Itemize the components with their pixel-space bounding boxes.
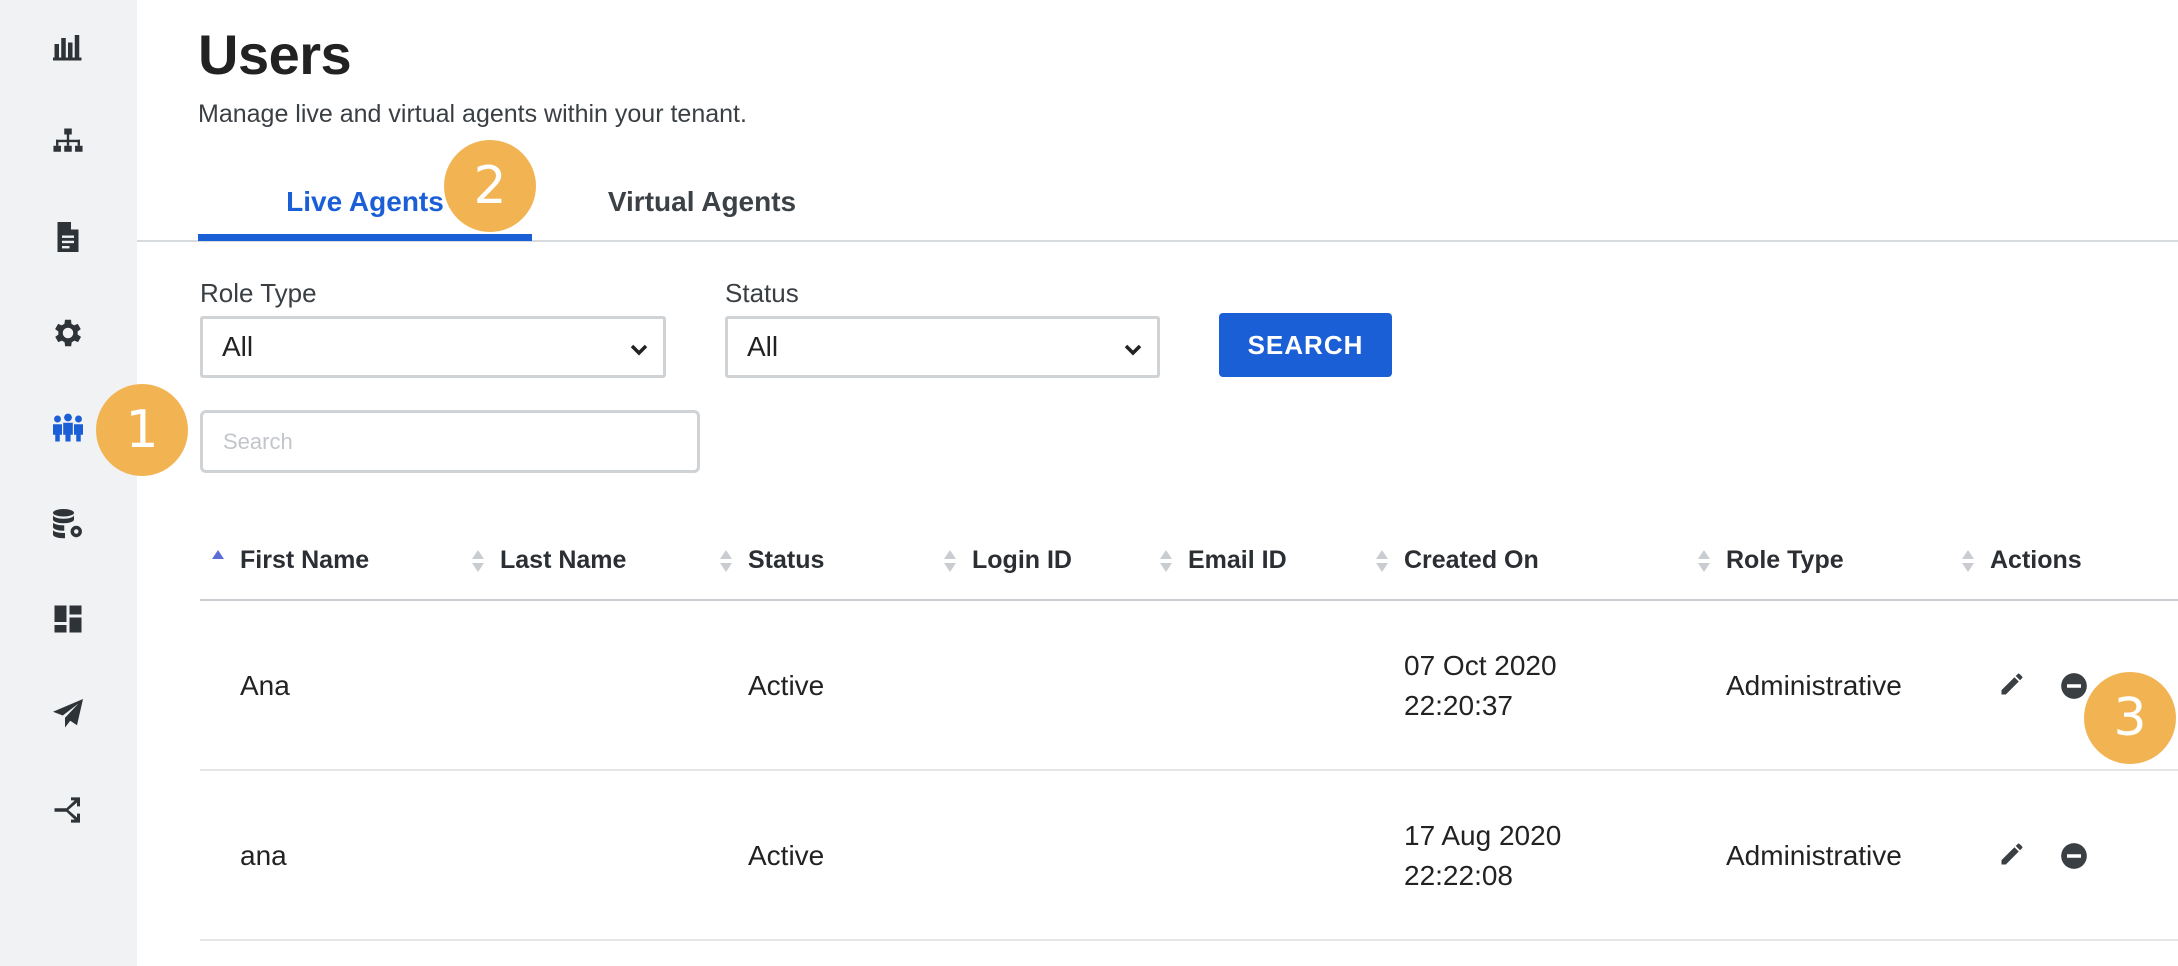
status-select[interactable]: All	[725, 316, 1160, 378]
column-login-id[interactable]: Login ID	[972, 546, 1072, 575]
row-divider	[200, 769, 2178, 771]
dashboard-icon	[54, 605, 82, 633]
sort-ascending-icon[interactable]	[210, 546, 226, 576]
remove-button[interactable]	[2058, 670, 2090, 702]
column-first-name[interactable]: First Name	[240, 546, 369, 575]
sidebar-item-documents[interactable]	[46, 215, 90, 259]
chevron-down-icon	[627, 336, 651, 360]
page-title: Users	[198, 23, 352, 86]
status-label: Status	[725, 278, 799, 308]
minus-circle-icon	[2061, 673, 2087, 699]
cell-status: Active	[748, 840, 825, 871]
column-last-name[interactable]: Last Name	[500, 546, 626, 575]
bar-chart-icon	[53, 35, 82, 61]
sidebar-item-flows[interactable]	[46, 788, 90, 832]
search-input[interactable]	[200, 410, 700, 473]
status-value: All	[747, 331, 779, 362]
sort-icon[interactable]	[718, 546, 734, 576]
column-actions: Actions	[1990, 546, 2082, 574]
sidebar-item-data[interactable]	[46, 502, 90, 546]
sort-icon[interactable]	[1158, 546, 1174, 576]
cell-first-name: ana	[240, 840, 287, 871]
sort-icon[interactable]	[1696, 546, 1712, 576]
edit-button[interactable]	[1996, 668, 2028, 700]
users-icon	[53, 413, 83, 442]
cell-created-time: 22:22:08	[1404, 860, 1513, 891]
sidebar-item-settings[interactable]	[46, 311, 90, 355]
cell-first-name: Ana	[240, 670, 290, 701]
gear-icon	[55, 319, 82, 347]
sort-icon[interactable]	[1960, 546, 1976, 576]
sidebar-item-dashboard[interactable]	[46, 597, 90, 641]
cell-status: Active	[748, 670, 825, 701]
edit-button[interactable]	[1996, 838, 2028, 870]
column-status[interactable]: Status	[748, 546, 824, 575]
tab-virtual-agents[interactable]: Virtual Agents	[560, 184, 844, 218]
document-icon	[57, 222, 79, 252]
table-header-divider	[200, 599, 2178, 601]
remove-button[interactable]	[2058, 840, 2090, 872]
column-created-on[interactable]: Created On	[1404, 546, 1539, 575]
sidebar-item-campaigns[interactable]	[46, 692, 90, 736]
role-type-value: All	[222, 331, 254, 362]
callout-badge: 3	[2084, 672, 2176, 764]
sort-icon[interactable]	[1374, 546, 1390, 576]
sidebar-item-hierarchy[interactable]	[46, 120, 90, 164]
sort-icon[interactable]	[942, 546, 958, 576]
chevron-down-icon	[1121, 336, 1145, 360]
sidebar	[0, 0, 137, 966]
minus-circle-icon	[2061, 843, 2087, 869]
page-subtitle: Manage live and virtual agents within yo…	[198, 100, 747, 128]
column-role-type[interactable]: Role Type	[1726, 546, 1844, 575]
sort-icon[interactable]	[470, 546, 486, 576]
sidebar-item-analytics[interactable]	[46, 25, 90, 69]
database-settings-icon	[53, 509, 82, 539]
row-divider	[200, 939, 2178, 941]
column-email-id[interactable]: Email ID	[1188, 546, 1287, 575]
hierarchy-icon	[53, 128, 83, 152]
callout-badge: 2	[444, 140, 536, 232]
branch-icon	[54, 797, 80, 823]
cell-created-time: 22:20:37	[1404, 690, 1513, 721]
role-type-label: Role Type	[200, 278, 317, 308]
sidebar-item-users[interactable]	[46, 406, 90, 450]
pencil-icon	[2001, 843, 2023, 865]
cell-created-date: 17 Aug 2020	[1404, 820, 1562, 851]
cell-role-type: Administrative	[1726, 670, 1902, 701]
active-tab-indicator	[198, 234, 532, 241]
send-icon	[53, 699, 83, 728]
callout-badge: 1	[96, 384, 188, 476]
search-button[interactable]: SEARCH	[1219, 313, 1392, 377]
pencil-icon	[2001, 673, 2023, 695]
cell-role-type: Administrative	[1726, 840, 1902, 871]
cell-created-date: 07 Oct 2020	[1404, 650, 1557, 681]
role-type-select[interactable]: All	[200, 316, 666, 378]
